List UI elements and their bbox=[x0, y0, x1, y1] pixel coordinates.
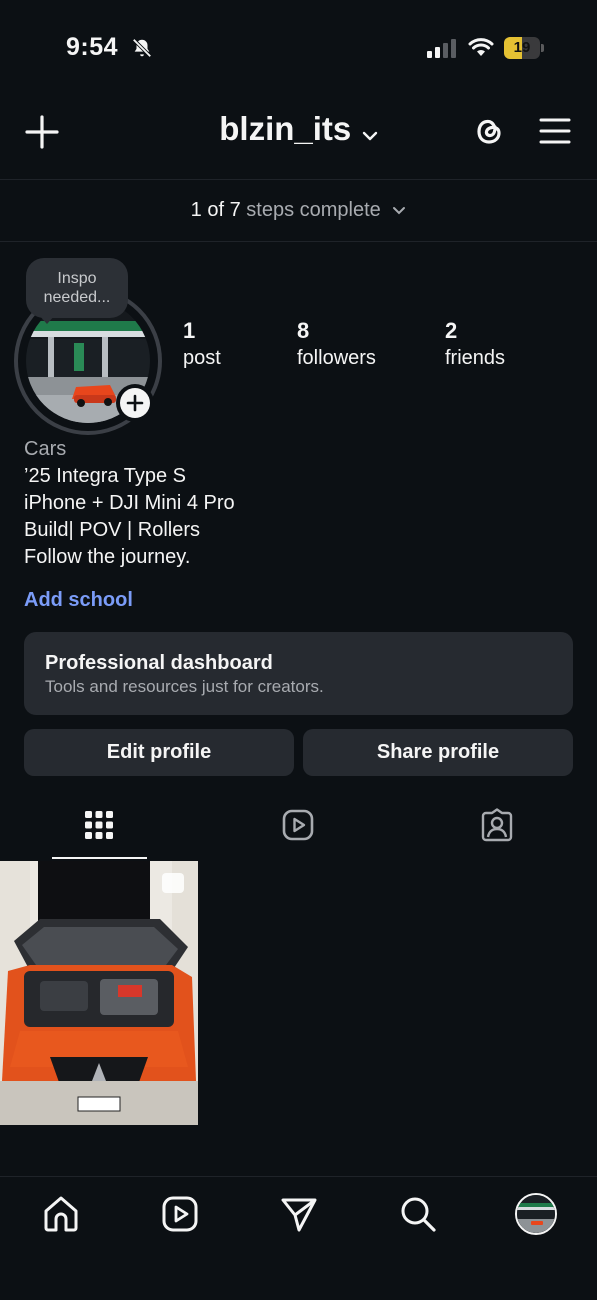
bio-category: Cars bbox=[24, 438, 67, 460]
tagged-person-icon bbox=[481, 808, 513, 842]
profile-screen: 9:54 19 blzin_its 1 of 7 steps complete … bbox=[0, 0, 597, 1300]
note-text-line2: needed... bbox=[43, 289, 111, 306]
status-time: 9:54 bbox=[66, 33, 119, 61]
active-tab-indicator bbox=[52, 857, 147, 859]
send-message-icon[interactable] bbox=[279, 1194, 319, 1234]
add-story-button[interactable] bbox=[116, 384, 154, 422]
tab-reels[interactable] bbox=[251, 800, 346, 860]
profile-tab-avatar[interactable] bbox=[515, 1193, 557, 1235]
battery-icon: 19 bbox=[504, 37, 544, 59]
search-icon[interactable] bbox=[398, 1194, 438, 1234]
profile-header: blzin_its bbox=[0, 96, 597, 180]
status-bar: 9:54 19 bbox=[0, 0, 597, 96]
avatar-photo bbox=[517, 1195, 555, 1233]
reels-icon[interactable] bbox=[160, 1194, 200, 1234]
dashboard-title: Professional dashboard bbox=[45, 652, 273, 674]
home-icon[interactable] bbox=[41, 1194, 81, 1234]
steps-label: steps complete bbox=[246, 199, 381, 221]
hamburger-menu-icon[interactable] bbox=[538, 116, 572, 146]
tab-posts-grid[interactable] bbox=[52, 800, 147, 860]
friends-count: 2 bbox=[445, 318, 458, 343]
posts-label: post bbox=[183, 347, 221, 369]
stat-friends[interactable]: 2 friends bbox=[445, 318, 505, 372]
bell-off-icon bbox=[132, 38, 152, 58]
note-text-line1: Inspo bbox=[57, 270, 97, 287]
threads-icon[interactable] bbox=[470, 112, 508, 150]
bio-line: Follow the journey. bbox=[24, 546, 191, 568]
steps-progress-banner[interactable]: 1 of 7 steps complete bbox=[0, 181, 597, 242]
cellular-signal-icon bbox=[427, 39, 456, 58]
chevron-down-icon bbox=[362, 131, 377, 140]
bottom-nav bbox=[0, 1176, 597, 1300]
dashboard-subtitle: Tools and resources just for creators. bbox=[45, 677, 324, 696]
post-thumbnail[interactable] bbox=[0, 861, 198, 1125]
friends-label: friends bbox=[445, 347, 506, 369]
edit-profile-button[interactable]: Edit profile bbox=[24, 729, 294, 776]
multi-photo-icon bbox=[162, 873, 184, 893]
plus-icon bbox=[126, 394, 144, 412]
chevron-down-icon bbox=[393, 206, 406, 215]
grid-icon bbox=[85, 811, 113, 839]
add-school-link[interactable]: Add school bbox=[24, 589, 133, 612]
stat-posts[interactable]: 1 post bbox=[183, 318, 221, 372]
followers-label: followers bbox=[297, 347, 376, 369]
note-bubble-tail bbox=[38, 314, 56, 324]
username: blzin_its bbox=[219, 110, 352, 147]
share-profile-button[interactable]: Share profile bbox=[303, 729, 573, 776]
battery-percent: 19 bbox=[513, 39, 531, 56]
posts-count: 1 bbox=[183, 318, 196, 343]
tab-tagged[interactable] bbox=[450, 800, 545, 860]
professional-dashboard-card[interactable]: Professional dashboard Tools and resourc… bbox=[24, 632, 573, 715]
stat-followers[interactable]: 8 followers bbox=[297, 318, 376, 372]
post-image bbox=[0, 861, 198, 1125]
profile-note-bubble[interactable]: Inspo needed... bbox=[26, 258, 128, 318]
steps-done-count: 1 of 7 bbox=[190, 199, 241, 221]
followers-count: 8 bbox=[297, 318, 310, 343]
bio-line: ’25 Integra Type S bbox=[24, 465, 186, 487]
bio-line: Build| POV | Rollers bbox=[24, 519, 201, 541]
bio-line: iPhone + DJI Mini 4 Pro bbox=[24, 492, 235, 514]
reels-icon bbox=[282, 809, 314, 841]
wifi-icon bbox=[468, 38, 494, 56]
